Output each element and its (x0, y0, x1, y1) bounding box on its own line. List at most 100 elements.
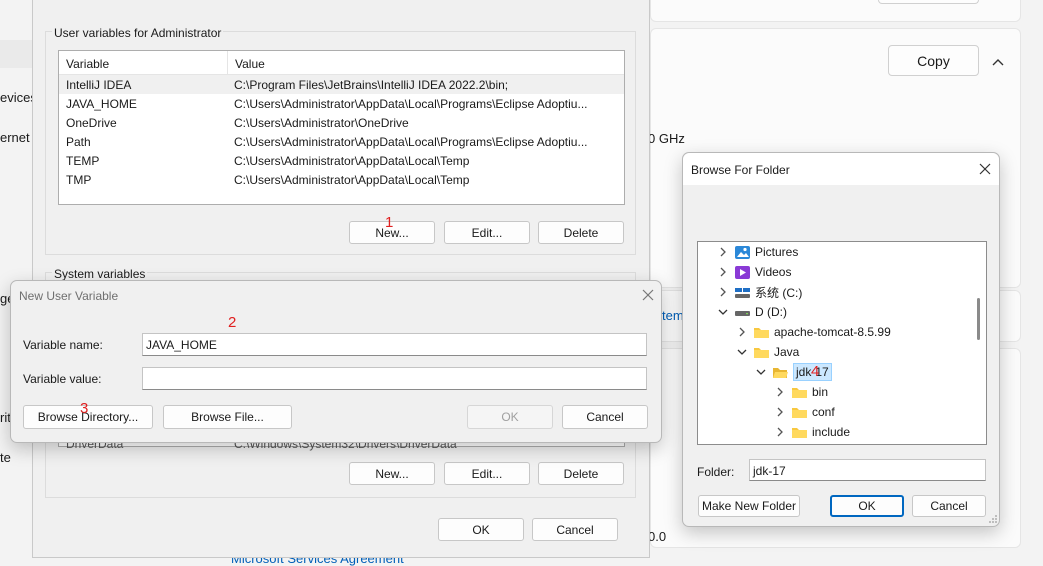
user-var-name: IntelliJ IDEA (66, 77, 132, 92)
variable-name-label: Variable name: (23, 338, 103, 352)
nuv-cancel-button[interactable]: Cancel (562, 405, 648, 429)
tree-node-label: Videos (755, 265, 792, 279)
column-header-value[interactable]: Value (228, 51, 265, 74)
system-delete-button[interactable]: Delete (538, 462, 624, 485)
chevron-right-icon[interactable] (716, 285, 730, 299)
chevron-up-icon[interactable] (988, 52, 1008, 72)
user-edit-button[interactable]: Edit... (444, 221, 530, 244)
user-variable-row[interactable]: TEMP C:\Users\Administrator\AppData\Local… (59, 151, 624, 170)
user-var-value: C:\Program Files\JetBrains\IntelliJ IDEA… (234, 77, 509, 92)
tree-node[interactable]: include (773, 422, 850, 442)
chevron-right-icon[interactable] (735, 325, 749, 339)
drive-c-icon (735, 287, 750, 298)
system-new-button[interactable]: New... (349, 462, 435, 485)
tree-node[interactable]: bin (773, 382, 828, 402)
tree-node[interactable]: Pictures (716, 242, 798, 262)
chevron-right-icon[interactable] (773, 425, 787, 439)
nav-fragment-5[interactable]: te (0, 450, 11, 465)
user-variable-row[interactable]: Path C:\Users\Administrator\AppData\Local… (59, 132, 624, 151)
tree-node-label: include (812, 425, 851, 439)
variable-name-input[interactable]: JAVA_HOME (142, 333, 647, 356)
user-var-name: TEMP (66, 153, 100, 168)
pictures-icon (735, 245, 750, 259)
user-variable-row[interactable]: IntelliJ IDEA C:\Program Files\JetBrains\… (59, 75, 624, 94)
close-icon[interactable] (641, 288, 655, 302)
tree-node[interactable]: 系统 (C:) (716, 282, 802, 302)
folder-tree[interactable]: Pictures Videos 系统 (C:) D (D:) apache-tomcat… (697, 241, 987, 445)
user-var-name: Path (66, 134, 91, 149)
user-var-value: C:\Users\Administrator\AppData\Local\Pro… (234, 96, 588, 111)
bff-title: Browse For Folder (691, 163, 790, 177)
dialog-title: New User Variable (19, 289, 119, 303)
folder-icon (754, 327, 769, 338)
nav-internet-fragment[interactable]: ernet (0, 130, 30, 145)
tree-scrollbar-thumb[interactable] (977, 298, 980, 340)
user-delete-button[interactable]: Delete (538, 221, 624, 244)
user-variables-list[interactable]: Variable Value IntelliJ IDEA C:\Program F… (58, 50, 625, 205)
annotation-4: 4 (811, 363, 820, 380)
bff-cancel-button[interactable]: Cancel (912, 495, 986, 517)
tree-node[interactable]: Java (735, 342, 799, 362)
tree-node-label: apache-tomcat-8.5.99 (774, 325, 891, 339)
chevron-right-icon[interactable] (716, 265, 730, 279)
user-variable-row[interactable]: OneDrive C:\Users\Administrator\OneDrive (59, 113, 624, 132)
new-user-variable-dialog: New User Variable 2 Variable name: JAVA_… (10, 280, 662, 443)
folder-icon (792, 407, 807, 418)
chevron-down-icon[interactable] (716, 305, 730, 319)
env-cancel-button[interactable]: Cancel (532, 518, 618, 541)
system-link-fragment[interactable]: tem (662, 308, 684, 323)
nav-selected-item[interactable] (0, 40, 32, 68)
user-variable-row[interactable]: TMP C:\Users\Administrator\AppData\Local\… (59, 170, 624, 189)
folder-icon (792, 387, 807, 398)
user-var-value: C:\Users\Administrator\AppData\Local\Tem… (234, 153, 470, 168)
chevron-right-icon[interactable] (716, 245, 730, 259)
folder-open-icon (773, 367, 788, 378)
tree-node[interactable]: D (D:) (716, 302, 787, 322)
nuv-ok-button[interactable]: OK (467, 405, 553, 429)
list-header: Variable Value (59, 51, 624, 75)
version-fragment: 0.0 (648, 529, 667, 544)
user-var-value: C:\Users\Administrator\OneDrive (234, 115, 409, 130)
browse-for-folder-dialog: Browse For Folder Pictures Videos 系统 (C:) D… (682, 152, 1000, 527)
user-var-name: TMP (66, 172, 92, 187)
folder-icon (792, 427, 807, 438)
tree-node[interactable]: Videos (716, 262, 791, 282)
column-header-variable[interactable]: Variable (59, 51, 228, 74)
system-edit-button[interactable]: Edit... (444, 462, 530, 485)
tree-node-label: Pictures (755, 245, 799, 259)
user-variables-label: User variables for Administrator (52, 26, 224, 40)
tree-node-label: bin (812, 385, 829, 399)
tree-node[interactable]: jdk-17 (754, 362, 832, 382)
browse-file-button[interactable]: Browse File... (163, 405, 292, 429)
bff-close-icon[interactable] (978, 162, 992, 176)
user-variable-row[interactable]: JAVA_HOME C:\Users\Administrator\AppData\… (59, 94, 624, 113)
resize-grip-icon[interactable] (988, 514, 998, 524)
tree-node[interactable]: conf (773, 402, 835, 422)
tree-node[interactable]: apache-tomcat-8.5.99 (735, 322, 891, 342)
system-variables-label: System variables (52, 267, 148, 281)
user-var-name: OneDrive (66, 115, 117, 130)
tree-node-label: D (D:) (755, 305, 787, 319)
chevron-down-icon[interactable] (754, 365, 768, 379)
folder-label: Folder: (697, 465, 735, 479)
user-var-value: C:\Users\Administrator\AppData\Local\Pro… (234, 134, 588, 149)
tree-node-label: Java (774, 345, 800, 359)
processor-speed-fragment: 0 GHz (648, 131, 685, 146)
chevron-down-icon[interactable] (735, 345, 749, 359)
env-ok-button[interactable]: OK (438, 518, 524, 541)
drive-icon (735, 310, 750, 316)
folder-input[interactable]: jdk-17 (749, 459, 986, 481)
make-new-folder-button[interactable]: Make New Folder (698, 495, 800, 517)
chevron-right-icon[interactable] (773, 385, 787, 399)
tree-node-label: 系统 (C:) (755, 285, 803, 300)
annotation-1: 1 (385, 214, 394, 231)
copy-button[interactable]: Copy (888, 45, 979, 76)
user-var-name: JAVA_HOME (66, 96, 137, 111)
top-button-fragment[interactable] (878, 0, 979, 4)
variable-value-input[interactable] (142, 367, 647, 390)
chevron-right-icon[interactable] (773, 405, 787, 419)
annotation-3: 3 (80, 400, 89, 417)
user-variable-rows: IntelliJ IDEA C:\Program Files\JetBrains\… (59, 75, 624, 189)
bff-ok-button[interactable]: OK (830, 495, 904, 517)
videos-icon (735, 265, 750, 279)
